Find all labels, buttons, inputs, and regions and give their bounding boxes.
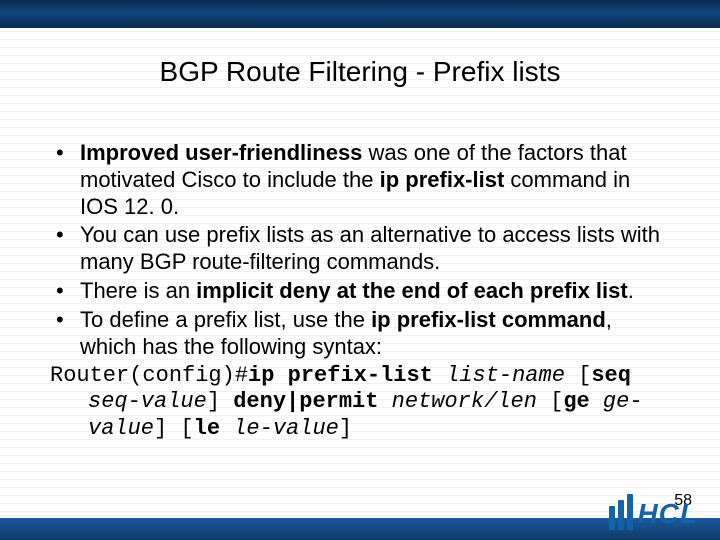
slide: BGP Route Filtering - Prefix lists Impro…: [0, 0, 720, 540]
text-bold: ip prefix-list command: [371, 307, 606, 332]
code-text: ]: [207, 389, 220, 414]
code-bold: le: [194, 416, 220, 441]
bullet-list: Improved user-friendliness was one of th…: [50, 140, 670, 361]
top-bar: [0, 0, 720, 28]
text: There is an: [80, 278, 196, 303]
code-text: ] [: [154, 416, 194, 441]
code-bold: deny|permit: [233, 389, 378, 414]
code-text: [: [537, 389, 563, 414]
code-text: [378, 389, 391, 414]
code-italic: list-name: [446, 363, 565, 388]
text: To define a prefix list, use the: [80, 307, 371, 332]
text-bold: ip prefix-list: [380, 167, 505, 192]
logo-text: HCL: [637, 500, 698, 530]
code-text: [220, 389, 233, 414]
code-text: ]: [339, 416, 352, 441]
text: You can use prefix lists as an alternati…: [80, 222, 660, 274]
syntax-block: Router(config)#ip prefix-list list-name …: [50, 363, 670, 443]
code-text: [220, 416, 233, 441]
code-bold: ge: [563, 389, 589, 414]
code-text: [: [565, 363, 591, 388]
text-bold: implicit deny at the end of each prefix …: [196, 278, 628, 303]
code-bold: ip prefix-list: [248, 363, 433, 388]
hcl-logo: HCL: [609, 494, 698, 530]
text-bold: Improved user-friendliness: [80, 140, 362, 165]
text: .: [628, 278, 634, 303]
bullet-item: There is an implicit deny at the end of …: [50, 278, 670, 305]
code-italic: seq-value: [88, 389, 207, 414]
logo-bars-icon: [609, 494, 633, 530]
code-text: Router(config)#: [50, 363, 248, 388]
slide-title: BGP Route Filtering - Prefix lists: [0, 56, 720, 88]
code-bold: seq: [591, 363, 631, 388]
code-text: [433, 363, 446, 388]
code-italic: le-value: [233, 416, 339, 441]
code-italic: network/len: [392, 389, 537, 414]
bullet-item: Improved user-friendliness was one of th…: [50, 140, 670, 220]
code-text: [590, 389, 603, 414]
bullet-item: To define a prefix list, use the ip pref…: [50, 307, 670, 361]
slide-content: Improved user-friendliness was one of th…: [50, 140, 670, 443]
bullet-item: You can use prefix lists as an alternati…: [50, 222, 670, 276]
